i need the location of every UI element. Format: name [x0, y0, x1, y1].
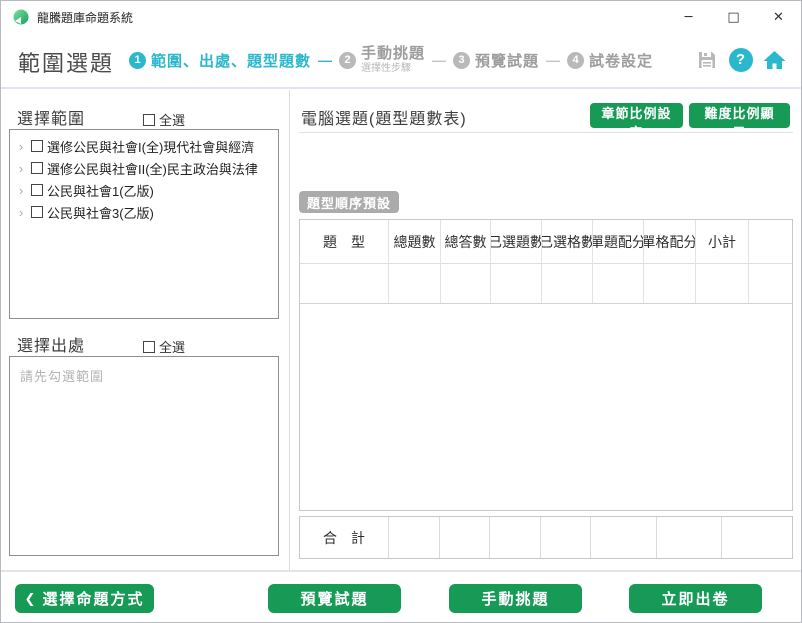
- source-select-all-label: 全選: [159, 340, 186, 355]
- table-header-row: 題 型 總題數 總答數 已選題數 已選格數 單題配分 單格配分 小計: [300, 220, 792, 264]
- step-indicator: 1 範圍、出處、題型題數 — 2 手動挑題 選擇性步驟 — 3 預覽試題 — 4…: [129, 33, 653, 87]
- generate-exam-button[interactable]: 立即出卷: [629, 584, 762, 613]
- tree-item-book-2[interactable]: › 選修公民與社會II(全)民主政治與法律: [10, 157, 278, 179]
- tree-item-label: 公民與社會3(乙版): [47, 205, 154, 221]
- tree-item-checkbox[interactable]: [31, 206, 43, 218]
- empty-cell: [441, 264, 491, 303]
- tree-item-book-3[interactable]: › 公民與社會1(乙版): [10, 179, 278, 201]
- step-1: 1 範圍、出處、題型題數: [129, 50, 311, 71]
- col-header-total-questions: 總題數: [389, 220, 441, 263]
- difficulty-ratio-button[interactable]: 難度比例顯示: [689, 103, 790, 140]
- tree-item-checkbox[interactable]: [31, 162, 43, 174]
- col-header-question-type: 題 型: [300, 220, 389, 263]
- col-header-blank: [749, 220, 792, 263]
- step-2: 2 手動挑題 選擇性步驟: [339, 46, 425, 74]
- help-icon[interactable]: ?: [728, 47, 753, 72]
- expand-chevron-icon[interactable]: ›: [16, 205, 26, 220]
- step-3-label: 預覽試題: [475, 52, 540, 70]
- range-select-all[interactable]: 全選: [143, 110, 185, 129]
- page-header: 範圍選題 1 範圍、出處、題型題數 — 2 手動挑題 選擇性步驟 — 3 預覽試…: [1, 33, 801, 89]
- app-window: 龍騰題庫命題系統 ─ □ ✕ 範圍選題 1 範圍、出處、題型題數 — 2 手動挑…: [0, 0, 802, 623]
- tree-item-checkbox[interactable]: [31, 140, 43, 152]
- source-placeholder: 請先勾選範圍: [20, 369, 105, 384]
- tree-item-label: 選修公民與社會II(全)民主政治與法律: [47, 161, 258, 177]
- panel-divider: [289, 90, 290, 571]
- empty-cell: [542, 264, 593, 303]
- chapter-ratio-button[interactable]: 章節比例設定: [590, 103, 683, 140]
- total-cell: [722, 517, 792, 558]
- tree-item-label: 選修公民與社會I(全)現代社會與經濟: [47, 139, 255, 155]
- col-header-total-answers: 總答數: [441, 220, 491, 263]
- range-section-title: 選擇範圍: [17, 111, 86, 128]
- range-select-all-checkbox[interactable]: [143, 113, 156, 126]
- step-connector: —: [318, 52, 333, 68]
- empty-cell: [644, 264, 696, 303]
- back-chevron-icon: ❮: [24, 590, 38, 606]
- tree-item-label: 公民與社會1(乙版): [47, 183, 154, 199]
- total-cell: [541, 517, 591, 558]
- step-2-number: 2: [339, 51, 357, 69]
- col-header-points-per-question: 單題配分: [593, 220, 644, 263]
- section-divider: [299, 132, 793, 133]
- empty-cell: [696, 264, 749, 303]
- empty-cell: [749, 264, 792, 303]
- title-bar: 龍騰題庫命題系統 ─ □ ✕: [1, 1, 801, 33]
- source-list: 請先勾選範圍: [9, 356, 279, 556]
- save-icon[interactable]: [694, 47, 719, 72]
- col-header-subtotal: 小計: [696, 220, 749, 263]
- total-cell: [490, 517, 541, 558]
- source-section-title: 選擇出處: [17, 338, 86, 355]
- question-type-table: 題 型 總題數 總答數 已選題數 已選格數 單題配分 單格配分 小計: [299, 219, 793, 511]
- source-select-all-checkbox[interactable]: [143, 340, 156, 353]
- maximize-button[interactable]: □: [711, 1, 756, 33]
- step-3: 3 預覽試題: [453, 50, 539, 71]
- window-title: 龍騰題庫命題系統: [37, 10, 134, 25]
- home-icon[interactable]: [762, 47, 787, 72]
- total-cell: [389, 517, 440, 558]
- table-empty-row: [300, 264, 792, 304]
- total-row-table: 合 計: [299, 516, 793, 559]
- expand-chevron-icon[interactable]: ›: [16, 183, 26, 198]
- total-cell: [657, 517, 722, 558]
- step-4-number: 4: [567, 51, 585, 69]
- step-4-label: 試卷設定: [589, 52, 654, 70]
- step-4: 4 試卷設定: [567, 50, 653, 71]
- tree-item-book-4[interactable]: › 公民與社會3(乙版): [10, 201, 278, 223]
- total-cell: [591, 517, 657, 558]
- step-2-sublabel: 選擇性步驟: [361, 62, 412, 74]
- question-order-preset-button[interactable]: 題型順序預設: [299, 191, 400, 213]
- step-connector: —: [432, 52, 447, 68]
- empty-cell: [389, 264, 441, 303]
- empty-cell: [300, 264, 389, 303]
- step-connector: —: [546, 52, 561, 68]
- app-logo-icon: [13, 9, 29, 25]
- range-select-all-label: 全選: [159, 113, 186, 128]
- step-1-number: 1: [129, 51, 146, 69]
- empty-cell: [593, 264, 644, 303]
- minimize-button[interactable]: ─: [666, 1, 711, 33]
- preview-questions-button[interactable]: 預覽試題: [268, 584, 401, 613]
- back-to-selection-mode-button[interactable]: ❮ 選擇命題方式: [15, 584, 154, 613]
- step-1-label: 範圍、出處、題型題數: [151, 52, 312, 70]
- expand-chevron-icon[interactable]: ›: [16, 161, 26, 176]
- bottom-action-bar: ❮ 選擇命題方式 預覽試題 手動挑題 立即出卷: [1, 572, 801, 622]
- close-button[interactable]: ✕: [756, 1, 801, 33]
- col-header-selected-blanks: 已選格數: [542, 220, 593, 263]
- computer-selection-title: 電腦選題(題型題數表): [301, 111, 467, 128]
- empty-cell: [491, 264, 542, 303]
- page-title: 範圍選題: [18, 51, 115, 76]
- total-cell: [440, 517, 490, 558]
- tree-item-checkbox[interactable]: [31, 184, 43, 196]
- col-header-selected-questions: 已選題數: [491, 220, 542, 263]
- tree-item-book-1[interactable]: › 選修公民與社會I(全)現代社會與經濟: [10, 135, 278, 157]
- manual-pick-button[interactable]: 手動挑題: [449, 584, 582, 613]
- expand-chevron-icon[interactable]: ›: [16, 139, 26, 154]
- back-button-label: 選擇命題方式: [42, 591, 145, 608]
- step-2-label: 手動挑題: [361, 45, 426, 63]
- range-tree: › 選修公民與社會I(全)現代社會與經濟 › 選修公民與社會II(全)民主政治與…: [9, 129, 279, 319]
- col-header-points-per-blank: 單格配分: [644, 220, 696, 263]
- source-select-all[interactable]: 全選: [143, 337, 185, 356]
- total-label: 合 計: [300, 517, 389, 558]
- step-3-number: 3: [453, 51, 471, 69]
